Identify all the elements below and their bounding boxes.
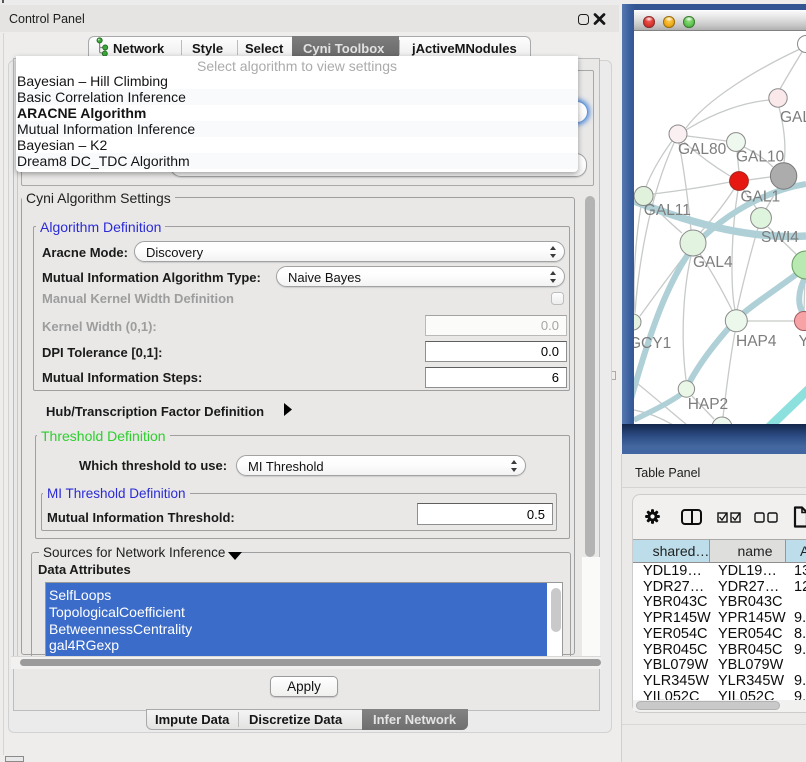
svg-text:GAL1: GAL1	[741, 189, 781, 206]
svg-text:GAL11: GAL11	[644, 202, 691, 219]
svg-text:HAP2: HAP2	[688, 396, 729, 413]
svg-text:GAL80: GAL80	[678, 141, 727, 158]
svg-text:GAL2: GAL2	[780, 109, 806, 126]
svg-text:SWI4: SWI4	[761, 229, 799, 246]
svg-text:GAL4: GAL4	[693, 254, 733, 271]
svg-text:HAP4: HAP4	[736, 333, 777, 350]
svg-text:GAL10: GAL10	[736, 149, 785, 166]
svg-text:GCY1: GCY1	[634, 335, 671, 352]
svg-text:Y: Y	[799, 333, 806, 350]
